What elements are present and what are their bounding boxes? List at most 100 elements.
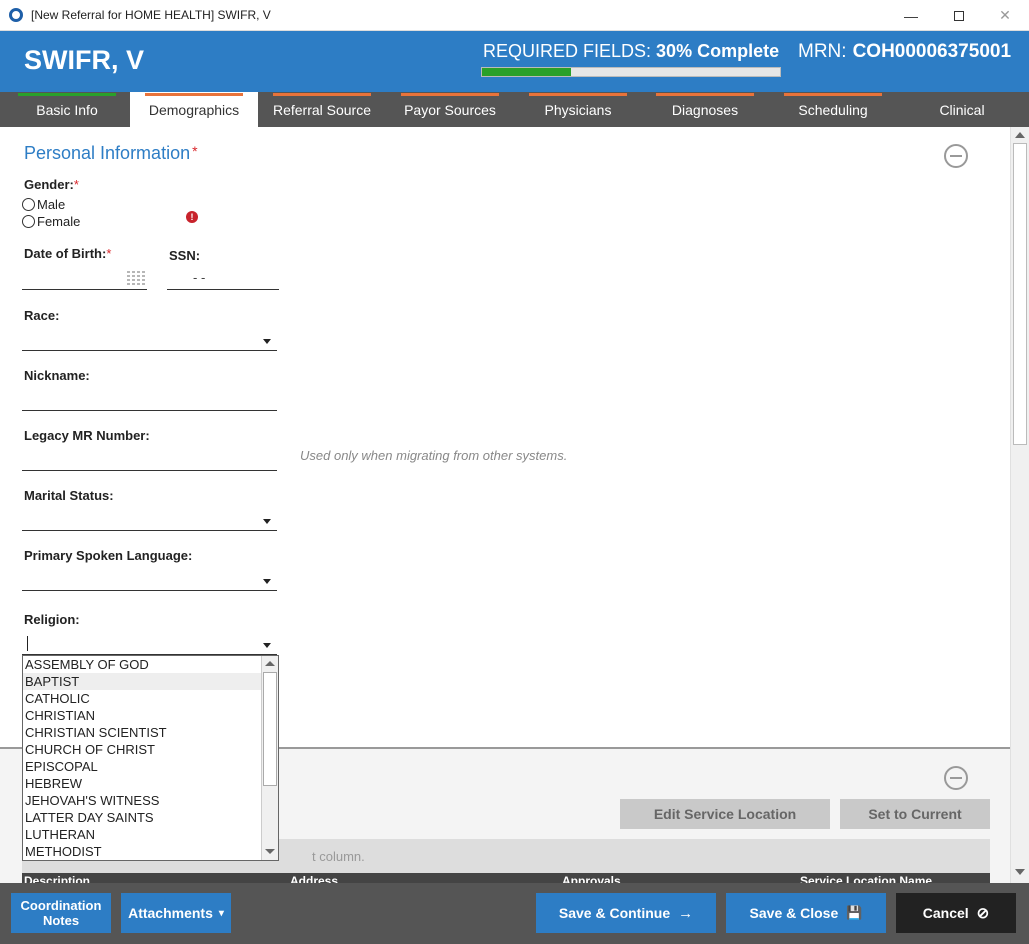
- patient-header: SWIFR, V REQUIRED FIELDS: 30% Complete M…: [0, 31, 1029, 92]
- nickname-input[interactable]: [22, 389, 277, 411]
- arrow-right-icon: →: [678, 904, 694, 922]
- ssn-label: SSN:: [169, 248, 201, 263]
- radio-circle[interactable]: [22, 215, 35, 228]
- tab-status-bar: [656, 93, 754, 96]
- legacy-mr-input[interactable]: [22, 449, 277, 471]
- tab-payor-sources[interactable]: Payor Sources: [386, 92, 514, 127]
- progress-fill: [482, 68, 572, 76]
- tab-status-bar: [401, 93, 499, 96]
- dropdown-option[interactable]: CHRISTIAN SCIENTIST: [23, 724, 262, 741]
- floppy-disk-icon: 💾: [846, 905, 863, 920]
- legacy-mr-hint: Used only when migrating from other syst…: [300, 448, 568, 463]
- save-continue-button[interactable]: Save & Continue →: [536, 893, 716, 933]
- race-select[interactable]: [22, 329, 277, 351]
- dropdown-option[interactable]: BAPTIST: [23, 673, 262, 690]
- tab-bar: Basic Info Demographics Referral Source …: [0, 92, 1029, 127]
- dropdown-option[interactable]: CATHOLIC: [23, 690, 262, 707]
- tab-clinical[interactable]: Clinical: [898, 92, 1026, 127]
- patient-name: SWIFR, V: [24, 45, 144, 75]
- close-icon: ✕: [999, 7, 1011, 23]
- set-to-current-button[interactable]: Set to Current: [840, 799, 990, 829]
- calendar-icon[interactable]: [127, 269, 145, 285]
- dropdown-option[interactable]: ASSEMBLY OF GOD: [23, 656, 262, 673]
- tab-diagnoses[interactable]: Diagnoses: [641, 92, 769, 127]
- scroll-down-icon[interactable]: [1015, 869, 1025, 875]
- attachments-button[interactable]: Attachments ▾: [121, 893, 231, 933]
- chevron-down-icon: ▾: [218, 907, 224, 919]
- mrn-value: COH00006375001: [852, 41, 1012, 62]
- dropdown-option[interactable]: CHURCH OF CHRIST: [23, 741, 262, 758]
- cancel-circle-icon: ⊘: [976, 905, 990, 922]
- chevron-down-icon: [263, 519, 271, 524]
- minimize-icon: —: [904, 7, 918, 24]
- footer-toolbar: Coordination Notes Attachments ▾ Save & C…: [0, 883, 1029, 944]
- religion-dropdown-list[interactable]: ASSEMBLY OF GOD BAPTIST CATHOLIC CHRISTIAN C…: [22, 655, 279, 861]
- religion-select[interactable]: [22, 633, 277, 655]
- close-button[interactable]: ✕: [982, 0, 1028, 31]
- personal-info-title: Personal Information *: [24, 143, 198, 163]
- chevron-down-icon: [263, 339, 271, 344]
- edit-service-location-button[interactable]: Edit Service Location: [620, 799, 830, 829]
- required-fields-status: REQUIRED FIELDS: 30% Complete: [483, 41, 779, 62]
- scroll-down-icon[interactable]: [265, 849, 275, 854]
- required-progress-bar: [481, 67, 781, 77]
- scrollbar-thumb[interactable]: [263, 672, 277, 786]
- scroll-up-icon[interactable]: [265, 661, 275, 666]
- minimize-button[interactable]: —: [888, 0, 934, 31]
- dropdown-option[interactable]: LATTER DAY SAINTS: [23, 809, 262, 826]
- dropdown-option[interactable]: HEBREW: [23, 775, 262, 792]
- mrn-display: MRN: COH00006375001: [798, 41, 1011, 63]
- tab-physicians[interactable]: Physicians: [514, 92, 642, 127]
- dropdown-option[interactable]: EPISCOPAL: [23, 758, 262, 775]
- collapse-section-icon[interactable]: [944, 144, 968, 168]
- scrollbar-thumb[interactable]: [1013, 143, 1027, 445]
- legacy-mr-label: Legacy MR Number:: [24, 428, 150, 443]
- gender-female-radio[interactable]: Female: [22, 214, 80, 229]
- cancel-button[interactable]: Cancel ⊘: [896, 893, 1016, 933]
- coordination-notes-button[interactable]: Coordination Notes: [11, 893, 111, 933]
- chevron-down-icon: [263, 643, 271, 648]
- tab-status-bar: [913, 93, 1011, 96]
- dob-label: Date of Birth:*: [24, 246, 112, 261]
- ssn-input[interactable]: - -: [167, 268, 279, 290]
- race-label: Race:: [24, 308, 60, 323]
- tab-status-bar: [273, 93, 371, 96]
- warning-icon: !: [186, 211, 198, 223]
- page-scrollbar[interactable]: [1010, 127, 1029, 883]
- language-select[interactable]: [22, 569, 277, 591]
- dropdown-option[interactable]: JEHOVAH'S WITNESS: [23, 792, 262, 809]
- maximize-button[interactable]: [936, 0, 982, 31]
- required-fields-label: REQUIRED FIELDS:: [483, 41, 652, 61]
- collapse-section-icon[interactable]: [944, 766, 968, 790]
- marital-status-select[interactable]: [22, 509, 277, 531]
- tab-scheduling[interactable]: Scheduling: [769, 92, 897, 127]
- dropdown-items: ASSEMBLY OF GOD BAPTIST CATHOLIC CHRISTIAN C…: [23, 656, 278, 860]
- window-titlebar: [New Referral for HOME HEALTH] SWIFR, V …: [0, 0, 1029, 31]
- window-title: [New Referral for HOME HEALTH] SWIFR, V: [31, 8, 271, 22]
- group-hint: t column.: [312, 849, 365, 864]
- mrn-label: MRN:: [798, 41, 847, 62]
- scroll-up-icon[interactable]: [1015, 132, 1025, 138]
- gender-label: Gender:*: [24, 177, 79, 192]
- required-fields-value: 30% Complete: [656, 41, 780, 61]
- tab-demographics[interactable]: Demographics: [130, 92, 258, 127]
- text-cursor: [27, 636, 28, 651]
- chevron-down-icon: [263, 579, 271, 584]
- tab-referral-source[interactable]: Referral Source: [258, 92, 386, 127]
- radio-circle[interactable]: [22, 198, 35, 211]
- dropdown-option[interactable]: METHODIST: [23, 843, 262, 860]
- tab-status-bar: [18, 93, 116, 96]
- tab-basic-info[interactable]: Basic Info: [3, 92, 131, 127]
- save-close-button[interactable]: Save & Close 💾: [726, 893, 886, 933]
- demographics-form: Personal Information * Gender:* Male Fema…: [0, 127, 1010, 747]
- tab-status-bar: [145, 93, 243, 96]
- gender-male-radio[interactable]: Male: [22, 197, 65, 212]
- dropdown-scrollbar[interactable]: [261, 656, 278, 860]
- language-label: Primary Spoken Language:: [24, 548, 193, 563]
- dropdown-option[interactable]: CHRISTIAN: [23, 707, 262, 724]
- tab-status-bar: [529, 93, 627, 96]
- nickname-label: Nickname:: [24, 368, 90, 383]
- tab-status-bar: [784, 93, 882, 96]
- marital-status-label: Marital Status:: [24, 488, 114, 503]
- dropdown-option[interactable]: LUTHERAN: [23, 826, 262, 843]
